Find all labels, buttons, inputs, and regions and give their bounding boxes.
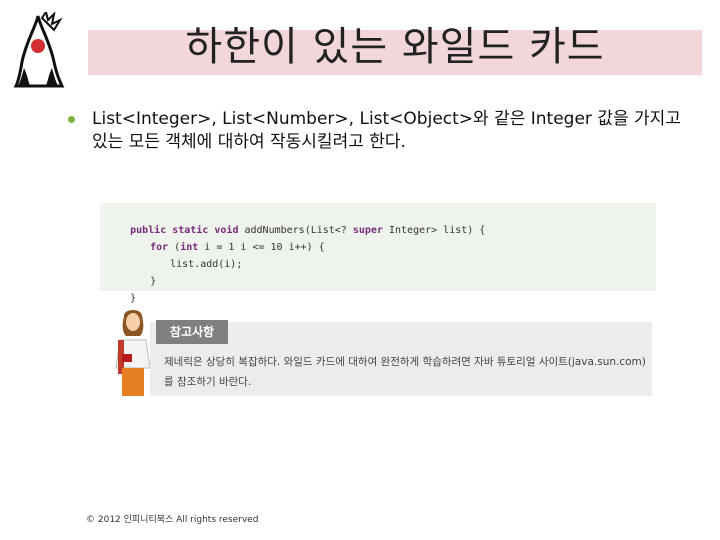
- reference-note: 참고사항 제네릭은 상당히 복잡하다. 와일드 카드에 대하여 완전하게 학습하…: [108, 306, 658, 398]
- code-text: }: [150, 276, 157, 287]
- java-duke-logo-icon: [13, 12, 65, 88]
- code-line: list.add(i);: [146, 239, 242, 290]
- footer-copyright: © 2012 인피니티북스 All rights reserved: [86, 515, 259, 525]
- page-title: 하한이 있는 와일드 카드: [185, 24, 605, 70]
- code-text: }: [130, 293, 137, 304]
- code-text: list.add(i);: [170, 259, 243, 270]
- bullet-text: List<Integer>, List<Number>, List<Object…: [92, 109, 681, 152]
- code-text: Integer> list) {: [382, 225, 486, 236]
- code-keyword: super: [352, 225, 383, 236]
- note-label: 참고사항: [156, 320, 228, 344]
- code-block: public static void addNumbers(List<? sup…: [100, 203, 656, 304]
- bullet-dot-icon: [68, 116, 75, 123]
- note-text: 제네릭은 상당히 복잡하다. 와일드 카드에 대하여 완전하게 학습하려면 자바…: [164, 356, 646, 388]
